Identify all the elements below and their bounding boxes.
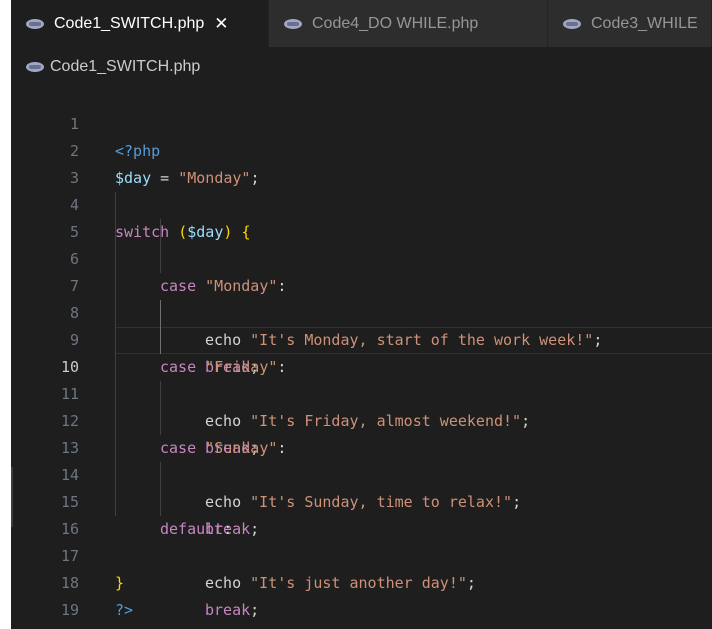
- code-line[interactable]: 8 case "Friday":: [11, 273, 712, 376]
- code-area[interactable]: 1 <?php 2 $day = "Monday"; 3 4 switch ($…: [11, 84, 712, 619]
- code-line-current[interactable]: 10 break;: [11, 327, 712, 457]
- code-line[interactable]: 7 break;: [11, 246, 712, 376]
- code-line[interactable]: 18 ?>: [11, 543, 712, 619]
- code-editor[interactable]: Code1_SWITCH.php ✕ Code4_DO WHILE.php Co…: [11, 0, 712, 629]
- tab-label: Code1_SWITCH.php: [54, 14, 205, 32]
- code-line[interactable]: 11 case "Sunday":: [11, 354, 712, 457]
- indent-guide: [115, 246, 116, 273]
- indent-guide: [115, 327, 116, 354]
- indent-guide: [160, 462, 161, 489]
- breadcrumb[interactable]: Code1_SWITCH.php: [11, 55, 712, 79]
- code-line[interactable]: 12 echo "It's Sunday, time to relax!";: [11, 381, 712, 511]
- tab-label: Code3_WHILE: [591, 14, 698, 32]
- code-line[interactable]: 4 switch ($day) {: [11, 165, 712, 241]
- indent-guide: [115, 381, 116, 408]
- indent-guide: [160, 219, 161, 246]
- indent-guide: [115, 219, 116, 246]
- indent-guide: [160, 327, 161, 354]
- tab-code4-do-while[interactable]: Code4_DO WHILE.php: [269, 0, 548, 47]
- code-line[interactable]: 19: [11, 570, 712, 619]
- indent-guide: [115, 435, 116, 462]
- semicolon: ;: [250, 601, 260, 619]
- code-line[interactable]: 1 <?php: [11, 84, 712, 160]
- php-icon: [26, 62, 44, 72]
- code-line[interactable]: 14 default:: [11, 435, 712, 538]
- tab-code3-while[interactable]: Code3_WHILE: [548, 0, 712, 47]
- indent-guide: [160, 381, 161, 408]
- indent-guide: [160, 489, 161, 516]
- tab-label: Code4_DO WHILE.php: [312, 14, 479, 32]
- indent-guide: [115, 408, 116, 435]
- php-icon: [563, 18, 581, 29]
- indent-guide: [115, 462, 116, 489]
- code-line[interactable]: 6 echo "It's Monday, start of the work w…: [11, 219, 712, 349]
- indent-guide: [115, 300, 116, 327]
- gutter-marker: [11, 467, 13, 527]
- indent-guide: [160, 246, 161, 273]
- left-edge: [0, 0, 11, 629]
- keyword: break: [205, 601, 251, 619]
- indent-guide: [160, 300, 161, 327]
- code-line[interactable]: 17 }: [11, 516, 712, 592]
- indent-guide: [115, 273, 116, 300]
- php-icon: [26, 18, 44, 29]
- line-number: 19: [60, 601, 79, 619]
- code-line[interactable]: 2 $day = "Monday";: [11, 111, 712, 187]
- code-line[interactable]: 13 break;: [11, 408, 712, 538]
- close-icon[interactable]: ✕: [214, 14, 228, 34]
- code-line[interactable]: 16 break;: [11, 489, 712, 619]
- breadcrumb-file[interactable]: Code1_SWITCH.php: [50, 58, 200, 76]
- indent-guide: [160, 408, 161, 435]
- indent-guide: [115, 354, 116, 381]
- code-line[interactable]: 9 echo "It's Friday, almost weekend!";: [11, 300, 712, 430]
- code-line[interactable]: 3: [11, 138, 712, 187]
- indent-guide: [115, 192, 116, 219]
- tab-code1-switch[interactable]: Code1_SWITCH.php ✕: [11, 0, 269, 47]
- code-line[interactable]: 15 echo "It's just another day!";: [11, 462, 712, 592]
- php-icon: [284, 18, 302, 29]
- tab-bar: Code1_SWITCH.php ✕ Code4_DO WHILE.php Co…: [11, 0, 712, 47]
- php-close-tag: ?>: [115, 601, 134, 619]
- code-line[interactable]: 5 case "Monday":: [11, 192, 712, 295]
- indent-guide: [115, 489, 116, 516]
